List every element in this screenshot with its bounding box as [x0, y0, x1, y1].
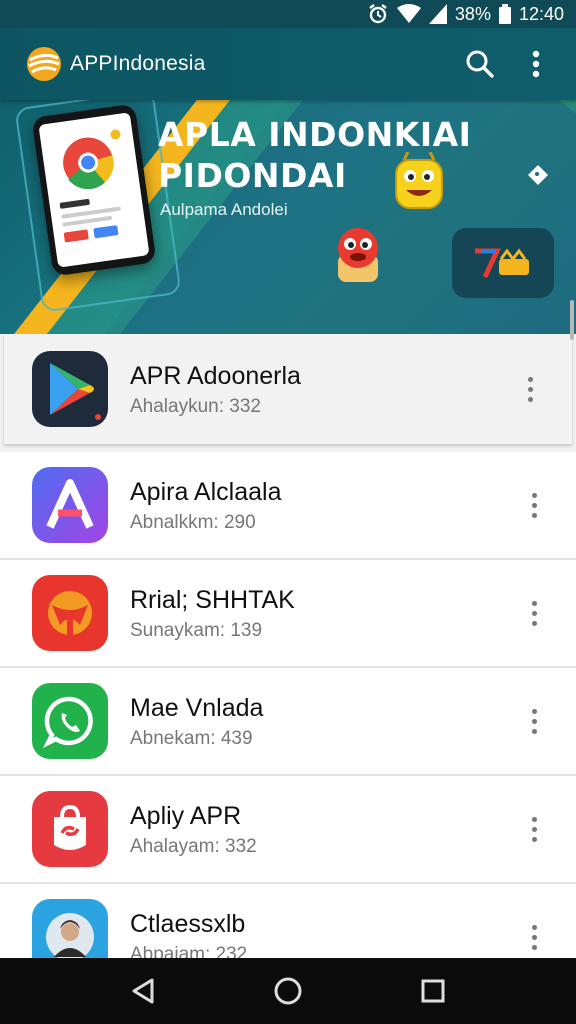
red-mascot-icon — [338, 228, 378, 282]
system-nav-bar — [0, 958, 576, 1024]
app-name: Apliy APR — [130, 802, 242, 830]
app-list: APR Adoonerla Ahalaykun: 332 Apira Alcla… — [0, 334, 576, 992]
play-store-icon — [32, 351, 108, 427]
hero-banner[interactable]: APPIndonesia APLA INDONKIAI PIDONDAI Aul… — [0, 28, 576, 334]
phone-illustration — [31, 103, 157, 277]
back-button[interactable] — [113, 961, 173, 1021]
app-title: APPIndonesia — [70, 52, 206, 75]
alarm-icon — [367, 3, 389, 25]
recents-button[interactable] — [403, 961, 463, 1021]
app-name: Apira Alclaala — [130, 478, 282, 506]
red-bag-icon — [32, 791, 108, 867]
home-circle-icon — [274, 977, 302, 1005]
more-vert-icon — [531, 600, 537, 626]
more-options-button[interactable] — [514, 485, 554, 525]
more-vert-icon — [531, 492, 537, 518]
list-item[interactable]: APR Adoonerla Ahalaykun: 332 — [4, 334, 572, 444]
more-options-button[interactable] — [514, 917, 554, 957]
clock: 12:40 — [518, 3, 564, 24]
whatsapp-icon — [32, 683, 108, 759]
yellow-mascot-icon — [395, 152, 443, 209]
more-vert-icon — [531, 816, 537, 842]
tag-icon — [528, 165, 548, 185]
app-meta: Sunaykam: 139 — [130, 620, 263, 641]
home-button[interactable] — [258, 961, 318, 1021]
signal-icon — [428, 4, 447, 24]
status-bar: 38% 12:40 — [0, 0, 576, 28]
list-item[interactable]: Mae Vnlada Abnekam: 439 — [0, 668, 576, 776]
app-logo-icon — [27, 47, 61, 81]
search-icon — [466, 50, 494, 78]
more-vert-icon — [532, 50, 540, 78]
search-button[interactable] — [456, 40, 504, 88]
list-item[interactable]: Apliy APR Ahalayam: 332 — [0, 776, 576, 884]
app-meta: Ahalaykun: 332 — [130, 396, 261, 417]
app-meta: Abnalkkm: 290 — [130, 512, 256, 533]
red-emblem-icon — [32, 575, 108, 651]
banner-subtitle: Aulpama Andolei — [160, 200, 288, 219]
overflow-menu-button[interactable] — [512, 40, 560, 88]
scrollbar[interactable] — [570, 300, 574, 340]
wifi-icon — [396, 4, 421, 24]
promo-badge-icon — [475, 248, 529, 279]
app-name: Mae Vnlada — [130, 694, 264, 722]
list-item[interactable]: Apira Alclaala Abnalkkm: 290 — [0, 452, 576, 560]
more-vert-icon — [527, 376, 533, 402]
promo-tile[interactable] — [452, 228, 554, 298]
more-options-button[interactable] — [510, 369, 550, 409]
battery-percent: 38% — [454, 3, 491, 24]
a-letter-icon — [32, 467, 108, 543]
app-name: Rrial; SHHTAK — [130, 586, 295, 614]
more-vert-icon — [531, 708, 537, 734]
app-meta: Ahalayam: 332 — [130, 836, 257, 857]
app-name: Ctlaessxlb — [130, 910, 246, 938]
more-options-button[interactable] — [514, 809, 554, 849]
more-options-button[interactable] — [514, 701, 554, 741]
app-bar: APPIndonesia — [0, 28, 576, 100]
screen: 38% 12:40 APPIndonesia APLA INDONKIAI PI… — [0, 0, 576, 1024]
app-name: APR Adoonerla — [130, 362, 301, 390]
back-triangle-icon — [132, 978, 154, 1004]
recents-square-icon — [421, 979, 445, 1003]
app-meta: Abnekam: 439 — [130, 728, 253, 749]
more-vert-icon — [531, 924, 537, 950]
battery-icon — [498, 4, 511, 24]
more-options-button[interactable] — [514, 593, 554, 633]
list-item[interactable]: Rrial; SHHTAK Sunaykam: 139 — [0, 560, 576, 668]
